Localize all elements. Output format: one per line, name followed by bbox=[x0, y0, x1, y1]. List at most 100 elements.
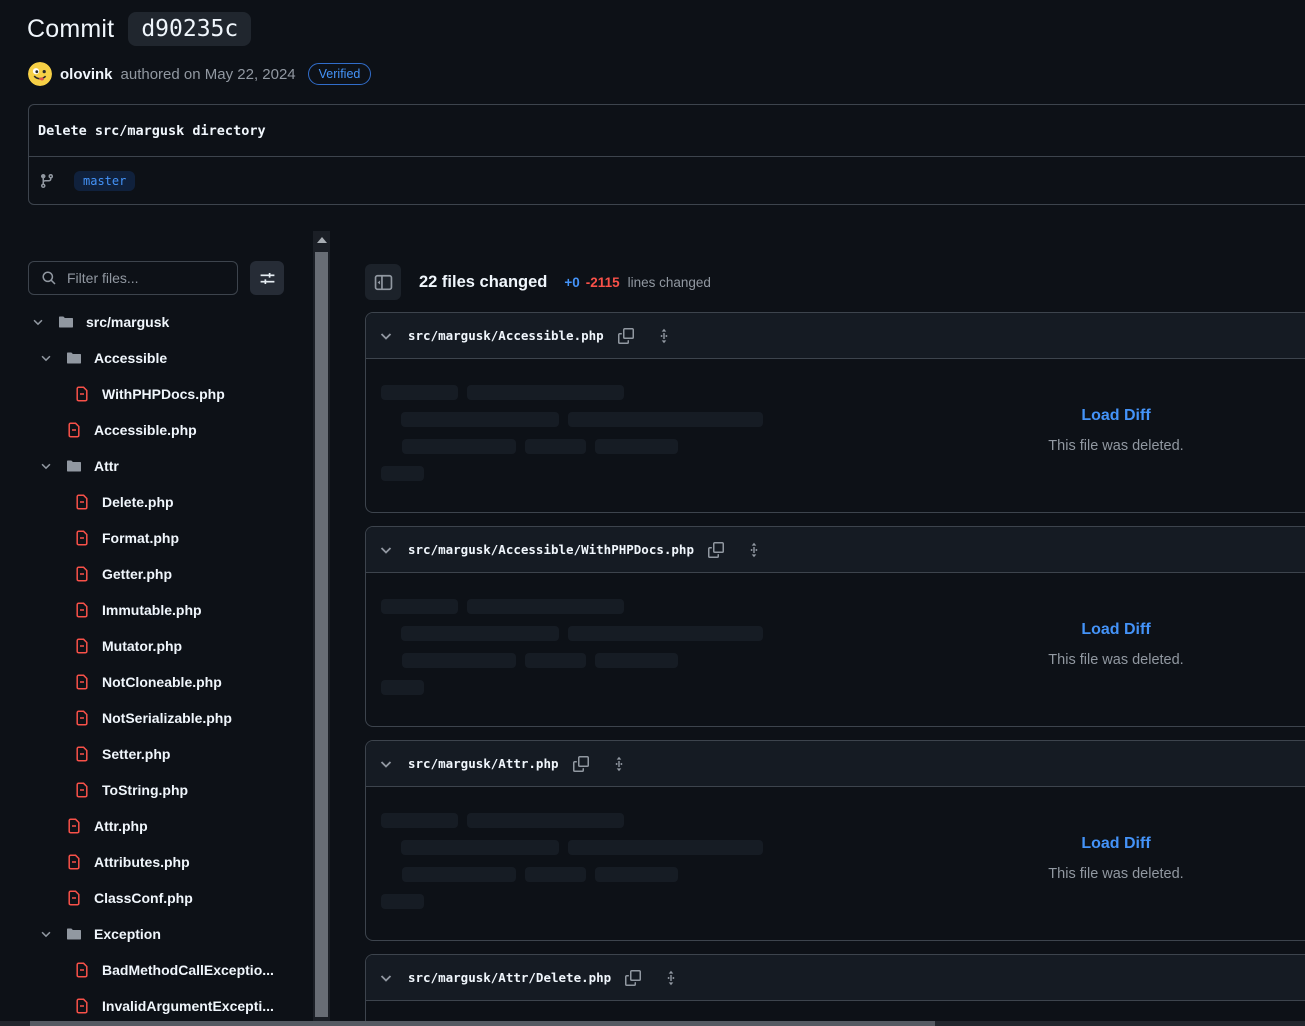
copy-icon bbox=[625, 970, 641, 986]
skeleton-bar bbox=[381, 599, 458, 614]
collapse-diff-button[interactable] bbox=[378, 970, 394, 986]
tree-item-label: Attr.php bbox=[94, 818, 148, 834]
horizontal-scrollbar-thumb[interactable] bbox=[30, 1021, 935, 1026]
skeleton-bar bbox=[525, 439, 586, 454]
drag-grabber-button[interactable] bbox=[656, 328, 672, 344]
filter-input-wrap bbox=[28, 261, 238, 295]
commit-message: Delete src/margusk directory bbox=[29, 105, 1305, 156]
sidebar-scrollbar[interactable] bbox=[313, 231, 330, 1021]
tree-item-label: src/margusk bbox=[86, 314, 169, 330]
tree-item-label: Accessible.php bbox=[94, 422, 197, 438]
chevron-down-icon bbox=[378, 328, 394, 344]
folder-icon bbox=[58, 314, 74, 330]
tree-item-file[interactable]: Accessible.php bbox=[0, 412, 313, 448]
tree-item-file[interactable]: InvalidArgumentExcepti... bbox=[0, 988, 313, 1024]
load-diff-link[interactable]: Load Diff bbox=[1048, 621, 1183, 639]
tree-item-label: BadMethodCallExceptio... bbox=[102, 962, 274, 978]
tree-item-file[interactable]: BadMethodCallExceptio... bbox=[0, 952, 313, 988]
tree-item-file[interactable]: Attributes.php bbox=[0, 844, 313, 880]
copy-path-button[interactable] bbox=[625, 970, 641, 986]
scrollbar-thumb[interactable] bbox=[315, 252, 328, 1017]
author-link[interactable]: olovink bbox=[60, 66, 113, 83]
file-diff-header[interactable]: src/margusk/Attr/Delete.php bbox=[366, 955, 1305, 1001]
filter-files-input[interactable] bbox=[28, 261, 238, 295]
file-diff-body: Load Diff This file was deleted. bbox=[366, 359, 1305, 512]
tree-item-file[interactable]: Setter.php bbox=[0, 736, 313, 772]
file-deleted-icon bbox=[74, 782, 90, 798]
tree-item-label: Accessible bbox=[94, 350, 167, 366]
skeleton-bar bbox=[381, 894, 424, 909]
tree-item-file[interactable]: Format.php bbox=[0, 520, 313, 556]
drag-grabber-button[interactable] bbox=[746, 542, 762, 558]
drag-grabber-button[interactable] bbox=[611, 756, 627, 772]
tree-item-file[interactable]: Mutator.php bbox=[0, 628, 313, 664]
search-icon bbox=[41, 270, 57, 286]
filter-row bbox=[28, 261, 313, 295]
file-path: src/margusk/Attr.php bbox=[408, 756, 559, 771]
deletions-count: -2115 bbox=[586, 275, 620, 290]
collapse-diff-button[interactable] bbox=[378, 542, 394, 558]
skeleton-bar bbox=[467, 385, 624, 400]
tree-item-file[interactable]: WithPHPDocs.php bbox=[0, 376, 313, 412]
verified-badge[interactable]: Verified bbox=[308, 63, 372, 85]
tree-item-file[interactable]: ClassConf.php bbox=[0, 880, 313, 916]
file-diff-header[interactable]: src/margusk/Attr.php bbox=[366, 741, 1305, 787]
sliders-icon bbox=[259, 270, 276, 287]
page-title: Commit bbox=[27, 15, 114, 44]
tree-item-label: ClassConf.php bbox=[94, 890, 193, 906]
tree-item-label: Attr bbox=[94, 458, 119, 474]
copy-path-button[interactable] bbox=[618, 328, 634, 344]
tree-item-folder[interactable]: Attr bbox=[0, 448, 313, 484]
file-deleted-note: This file was deleted. bbox=[1048, 438, 1183, 454]
tree-item-label: Attributes.php bbox=[94, 854, 190, 870]
tree-item-file[interactable]: Delete.php bbox=[0, 484, 313, 520]
tree-item-file[interactable]: Getter.php bbox=[0, 556, 313, 592]
file-diff-header[interactable]: src/margusk/Accessible/WithPHPDocs.php bbox=[366, 527, 1305, 573]
tree-item-file[interactable]: Attr.php bbox=[0, 808, 313, 844]
chevron-down-icon bbox=[38, 458, 54, 474]
git-branch-icon bbox=[39, 173, 55, 189]
file-deleted-icon bbox=[74, 386, 90, 402]
tree-item-file[interactable]: NotCloneable.php bbox=[0, 664, 313, 700]
chevron-down-icon bbox=[30, 314, 46, 330]
skeleton-bar bbox=[525, 867, 586, 882]
tree-item-label: Immutable.php bbox=[102, 602, 202, 618]
load-diff-column: Load Diff This file was deleted. bbox=[1048, 407, 1183, 454]
tree-item-label: Format.php bbox=[102, 530, 179, 546]
file-diff-card: src/margusk/Attr.php bbox=[365, 740, 1305, 941]
collapse-diff-button[interactable] bbox=[378, 328, 394, 344]
tree-item-file[interactable]: ToString.php bbox=[0, 772, 313, 808]
collapse-diff-button[interactable] bbox=[378, 756, 394, 772]
load-diff-link[interactable]: Load Diff bbox=[1048, 407, 1183, 425]
commit-message-box: Delete src/margusk directory master bbox=[28, 104, 1305, 205]
filter-options-button[interactable] bbox=[250, 261, 284, 295]
file-diff-body: Load Diff This file was deleted. bbox=[366, 787, 1305, 940]
skeleton-bar bbox=[381, 813, 458, 828]
tree-item-folder[interactable]: src/margusk bbox=[0, 304, 313, 340]
file-path: src/margusk/Accessible/WithPHPDocs.php bbox=[408, 542, 694, 557]
branch-label[interactable]: master bbox=[74, 171, 135, 191]
avatar[interactable] bbox=[28, 62, 52, 86]
load-diff-link[interactable]: Load Diff bbox=[1048, 835, 1183, 853]
tree-item-folder[interactable]: Exception bbox=[0, 916, 313, 952]
copy-path-button[interactable] bbox=[573, 756, 589, 772]
skeleton-bar bbox=[467, 599, 624, 614]
horizontal-scrollbar[interactable] bbox=[0, 1021, 1305, 1026]
tree-item-folder[interactable]: Accessible bbox=[0, 340, 313, 376]
copy-path-button[interactable] bbox=[708, 542, 724, 558]
scrollbar-up-arrow-icon[interactable] bbox=[313, 231, 330, 249]
file-diff-list: src/margusk/Accessible.php bbox=[365, 312, 1305, 1026]
skeleton-bar bbox=[381, 466, 424, 481]
file-diff-header[interactable]: src/margusk/Accessible.php bbox=[366, 313, 1305, 359]
skeleton-bar bbox=[402, 867, 516, 882]
folder-icon bbox=[66, 458, 82, 474]
file-path: src/margusk/Attr/Delete.php bbox=[408, 970, 611, 985]
chevron-down-icon bbox=[378, 756, 394, 772]
collapse-file-tree-button[interactable] bbox=[365, 264, 401, 300]
drag-grabber-button[interactable] bbox=[663, 970, 679, 986]
tree-item-file[interactable]: Immutable.php bbox=[0, 592, 313, 628]
file-deleted-note: This file was deleted. bbox=[1048, 652, 1183, 668]
sidebar-collapse-icon bbox=[374, 273, 393, 292]
tree-item-file[interactable]: NotSerializable.php bbox=[0, 700, 313, 736]
skeleton-bar bbox=[595, 867, 678, 882]
